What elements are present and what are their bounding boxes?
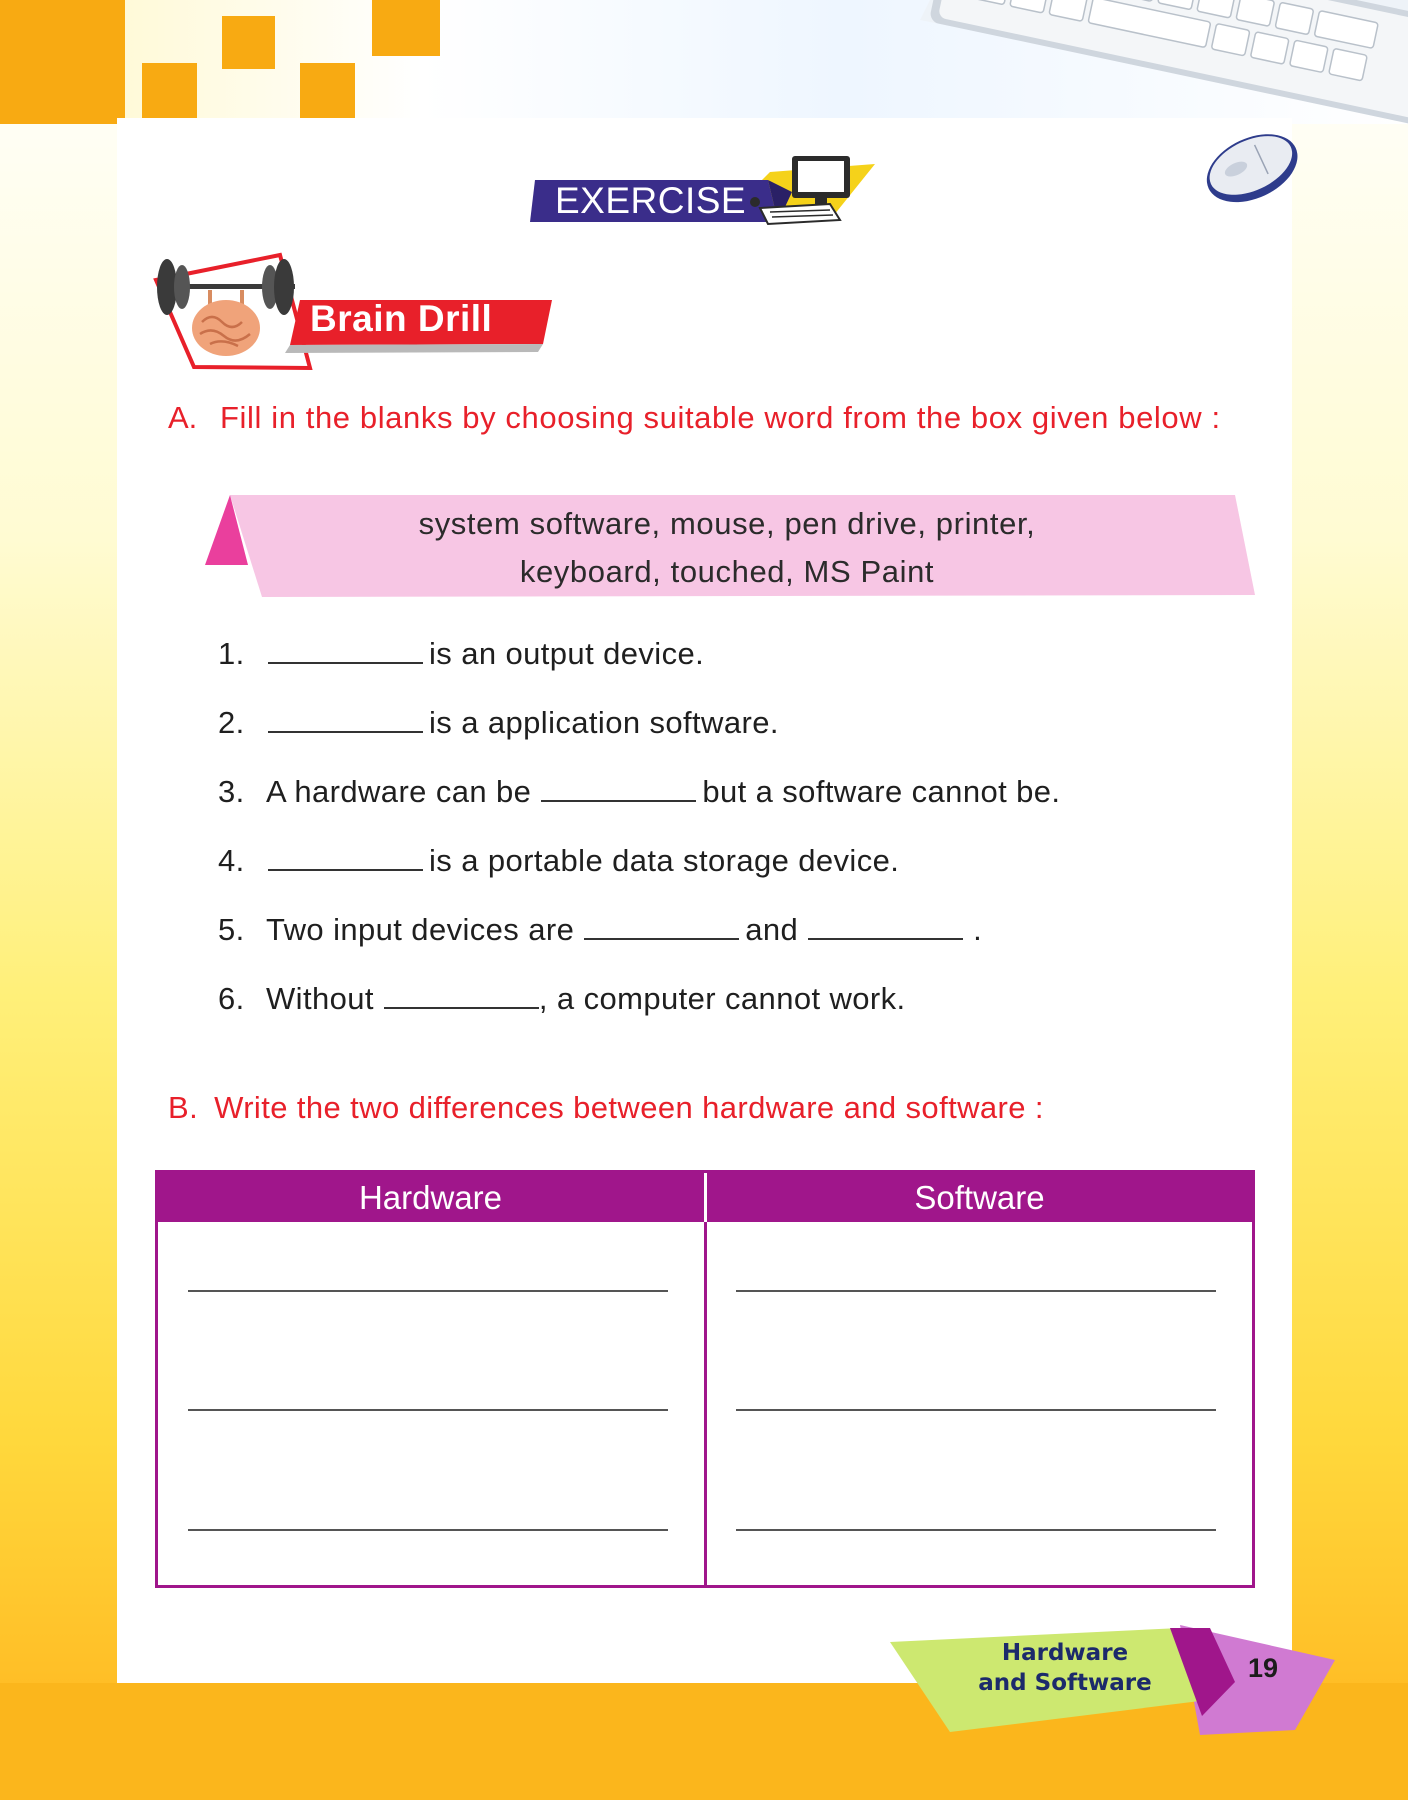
item-text: Two input devices are — [266, 912, 575, 947]
answer-blank[interactable] — [383, 983, 539, 1009]
word-box-text: system software, mouse, pen drive, print… — [262, 500, 1192, 596]
list-item: 6. Without , a computer cannot work. — [218, 981, 1218, 1050]
list-item: 3. A hardware can be but a software cann… — [218, 774, 1218, 843]
differences-table: Hardware Software — [155, 1170, 1255, 1588]
question-number: B. — [168, 1090, 199, 1125]
item-number: 6. — [218, 981, 245, 1016]
item-number: 5. — [218, 912, 245, 947]
column-header-hardware: Hardware — [358, 1179, 503, 1216]
list-item: 2. is a application software. — [218, 705, 1218, 774]
word-box-line: keyboard, touched, MS Paint — [519, 554, 935, 589]
item-text: , a computer cannot work. — [538, 981, 906, 1016]
chapter-title-line: and Software — [978, 1670, 1152, 1696]
chapter-title: Hardware and Software — [960, 1638, 1170, 1698]
answer-line[interactable] — [736, 1409, 1216, 1411]
answer-blank[interactable] — [541, 776, 697, 802]
question-text: Write the two differences between hardwa… — [214, 1090, 1044, 1125]
item-text: and — [745, 912, 799, 947]
corner-decoration — [0, 0, 125, 124]
decor-square — [372, 0, 440, 56]
answer-blank[interactable] — [268, 638, 423, 664]
decor-square — [300, 63, 355, 118]
exercise-label: EXERCISE — [555, 180, 747, 221]
page-number: 19 — [1248, 1653, 1279, 1683]
answer-blank[interactable] — [268, 707, 423, 733]
item-text: is a portable data storage device. — [429, 843, 900, 878]
question-b: B. Write the two differences between hard… — [168, 1090, 1044, 1126]
fill-in-blanks-list: 1. is an output device. 2. is a applicat… — [218, 636, 1218, 1050]
item-text: A hardware can be — [266, 774, 532, 809]
answer-blank[interactable] — [808, 914, 964, 940]
item-number: 2. — [218, 705, 245, 740]
chapter-title-line: Hardware — [1001, 1640, 1129, 1666]
item-number: 1. — [218, 636, 245, 671]
question-number: A. — [168, 400, 198, 435]
decor-square — [142, 63, 197, 118]
item-text: is a application software. — [429, 705, 779, 740]
decor-square — [222, 16, 275, 69]
item-text: Without — [266, 981, 374, 1016]
item-text: is an output device. — [429, 636, 705, 671]
question-text: Fill in the blanks by choosing suitable … — [220, 400, 1221, 435]
word-box-line: system software, mouse, pen drive, print… — [418, 506, 1036, 541]
answer-line[interactable] — [188, 1409, 668, 1411]
keyboard-mouse-illustration — [920, 0, 1408, 203]
item-text: but a software cannot be. — [702, 774, 1061, 809]
answer-blank[interactable] — [584, 914, 740, 940]
list-item: 1. is an output device. — [218, 636, 1218, 705]
column-header-software: Software — [914, 1179, 1045, 1216]
column-divider — [704, 1173, 707, 1585]
item-text: . — [973, 912, 983, 947]
answer-line[interactable] — [188, 1290, 668, 1292]
list-item: 5. Two input devices are and . — [218, 912, 1218, 981]
item-number: 4. — [218, 843, 245, 878]
list-item: 4. is a portable data storage device. — [218, 843, 1218, 912]
answer-line[interactable] — [736, 1290, 1216, 1292]
answer-line[interactable] — [736, 1529, 1216, 1531]
answer-line[interactable] — [188, 1529, 668, 1531]
item-number: 3. — [218, 774, 245, 809]
header-divider — [704, 1173, 707, 1222]
answer-blank[interactable] — [268, 845, 423, 871]
section-title: Brain Drill — [310, 298, 493, 339]
